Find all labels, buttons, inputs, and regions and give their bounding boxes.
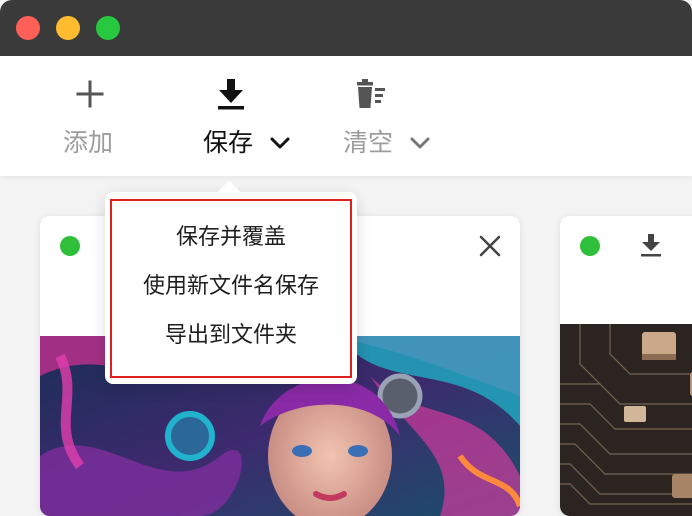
close-window-button[interactable] xyxy=(16,16,40,40)
image-card[interactable] xyxy=(560,216,692,516)
save-label: 保存 xyxy=(203,128,254,157)
maximize-window-button[interactable] xyxy=(96,16,120,40)
chevron-down-icon[interactable] xyxy=(409,136,431,150)
download-icon xyxy=(218,79,244,110)
plus-icon xyxy=(76,80,104,108)
trash-icon xyxy=(357,79,385,108)
save-dropdown-menu: 保存并覆盖 使用新文件名保存 导出到文件夹 xyxy=(105,180,357,384)
minimize-window-button[interactable] xyxy=(56,16,80,40)
clear-label: 清空 xyxy=(343,128,394,157)
close-icon[interactable] xyxy=(476,232,504,260)
add-label: 添加 xyxy=(63,128,114,157)
status-dot xyxy=(60,236,80,256)
download-icon[interactable] xyxy=(638,232,664,258)
menu-item-save-overwrite[interactable]: 保存并覆盖 xyxy=(105,223,357,253)
window-titlebar xyxy=(0,0,692,56)
chevron-down-icon[interactable] xyxy=(269,136,291,150)
menu-item-export-to-folder[interactable]: 导出到文件夹 xyxy=(105,321,357,351)
status-dot xyxy=(580,236,600,256)
toolbar: 添加 保存 清空 xyxy=(0,56,692,176)
card-image xyxy=(560,324,692,516)
menu-item-save-as-new-name[interactable]: 使用新文件名保存 xyxy=(105,272,357,302)
